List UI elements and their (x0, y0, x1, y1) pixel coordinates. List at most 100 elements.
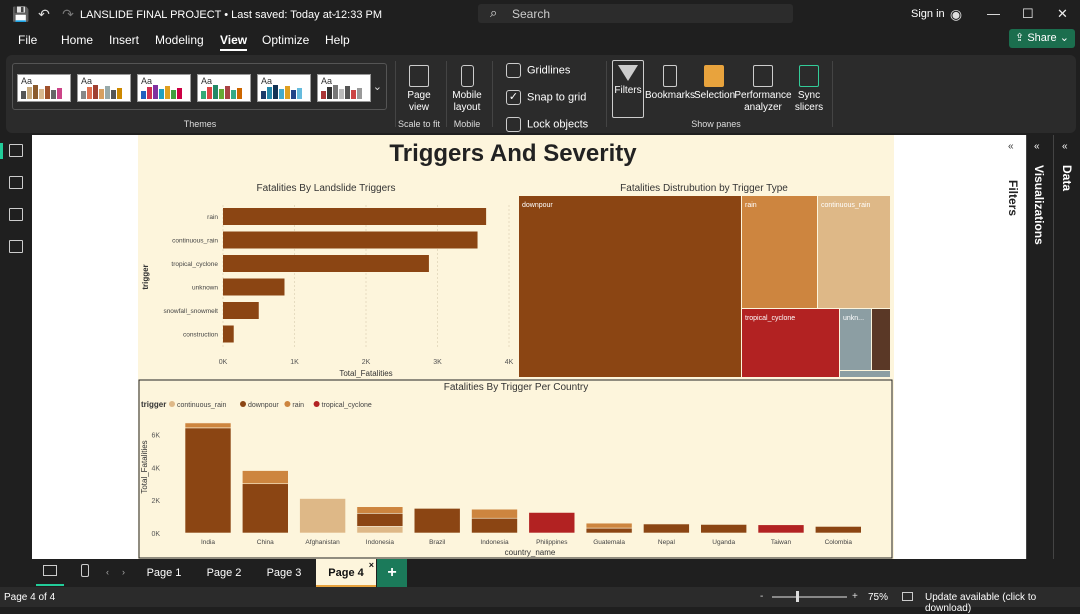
tab-page-1[interactable]: Page 1 (138, 559, 190, 587)
menu-optimize[interactable]: Optimize (262, 33, 309, 47)
chart3-bar-segment[interactable] (643, 523, 690, 534)
dax-query-view-icon[interactable] (9, 240, 23, 253)
selection-label: Selection (694, 90, 736, 101)
zoom-slider-thumb[interactable] (796, 591, 799, 602)
chart3-bar-segment[interactable] (585, 522, 633, 529)
tab-page-3[interactable]: Page 3 (258, 559, 310, 587)
share-button[interactable]: ⇪ Share ⌄ (1009, 29, 1075, 48)
treemap-tile-small[interactable] (840, 371, 890, 377)
scale-to-fit-label: Scale to fit (397, 119, 441, 129)
chart3-bar-segment[interactable] (814, 526, 862, 534)
chart3-bar-segment[interactable] (184, 427, 232, 534)
sign-in-link[interactable]: Sign in (911, 8, 945, 20)
mobile-group-label: Mobile (453, 119, 481, 129)
chart3-bar-segment[interactable] (356, 512, 404, 527)
desktop-layout-icon[interactable] (43, 565, 57, 576)
treemap-tile-rain[interactable] (742, 196, 817, 308)
bookmarks-pane-button[interactable]: Bookmarks (645, 65, 695, 102)
theme-swatch[interactable]: Aa (257, 74, 311, 102)
user-icon[interactable]: ◉ (948, 6, 964, 22)
chart3-bar-segment[interactable] (184, 422, 232, 429)
chart3-bar-segment[interactable] (528, 512, 576, 534)
themes-gallery[interactable]: Aa Aa Aa Aa Aa Aa ⌄ (12, 63, 387, 110)
chart3-bar-segment[interactable] (356, 506, 404, 514)
chart3-bar-segment[interactable] (356, 526, 404, 534)
chart3-bar-segment[interactable] (471, 508, 518, 519)
search-box[interactable]: ⌕ Search (478, 4, 793, 23)
chart3-bar-segment[interactable] (700, 524, 748, 534)
menu-modeling[interactable]: Modeling (155, 33, 204, 47)
menu-view[interactable]: View (220, 33, 248, 51)
filters-pane-button[interactable]: Filters (612, 60, 644, 118)
zoom-in-icon[interactable]: + (852, 591, 858, 602)
close-icon[interactable]: ✕ (1057, 6, 1068, 22)
trigger-type-treemap[interactable]: Fatalities Distrubution by Trigger Type … (519, 183, 890, 377)
visualizations-expand-icon[interactable]: « (1034, 141, 1040, 152)
lock-objects-checkbox[interactable]: Lock objects (506, 117, 588, 132)
performance-analyzer-button[interactable]: Performance analyzer (734, 65, 792, 114)
data-expand-icon[interactable]: « (1062, 141, 1068, 152)
chart1-bar[interactable] (223, 255, 429, 272)
tabs-next-icon[interactable]: › (122, 567, 125, 577)
mobile-layout-button[interactable]: Mobile layout (450, 65, 484, 114)
trigger-fatalities-bar-chart[interactable]: Fatalities By Landslide Triggers trigger… (141, 183, 514, 378)
theme-swatch[interactable]: Aa (197, 74, 251, 102)
chart3-bar-segment[interactable] (242, 483, 289, 534)
menu-help[interactable]: Help (325, 33, 350, 47)
treemap-tile-downpour[interactable] (519, 196, 741, 377)
table-view-icon[interactable] (9, 176, 23, 189)
visualizations-pane-label[interactable]: Visualizations (1032, 165, 1046, 245)
tabs-prev-icon[interactable]: ‹ (106, 567, 109, 577)
menu-file[interactable]: File (18, 33, 37, 47)
add-page-button[interactable]: + (377, 559, 407, 587)
data-pane-label[interactable]: Data (1060, 165, 1074, 191)
report-view-icon[interactable] (9, 144, 23, 157)
theme-swatch[interactable]: Aa (317, 74, 371, 102)
treemap-tile-other[interactable] (872, 309, 890, 370)
gridlines-checkbox[interactable]: Gridlines (506, 63, 570, 78)
expand-chevron-icon[interactable]: « (1008, 141, 1014, 152)
tab-page-4[interactable]: Page 4 × (316, 559, 376, 587)
filters-pane-collapsed[interactable]: « Filters (1002, 135, 1026, 559)
menu-insert[interactable]: Insert (109, 33, 139, 47)
update-available-link[interactable]: Update available (click to download) (925, 592, 1080, 614)
fit-to-page-icon[interactable] (902, 592, 913, 601)
menu-home[interactable]: Home (61, 33, 93, 47)
theme-swatch[interactable]: Aa (77, 74, 131, 102)
chart3-bar-segment[interactable] (585, 527, 633, 534)
theme-swatch[interactable]: Aa (17, 74, 71, 102)
chart3-bar-segment[interactable] (471, 517, 518, 534)
chart3-bar-segment[interactable] (242, 470, 289, 485)
tab-close-icon[interactable]: × (369, 551, 374, 579)
zoom-out-icon[interactable]: - (760, 591, 763, 602)
mobile-layout-icon[interactable] (81, 564, 89, 577)
chart1-bar[interactable] (223, 208, 487, 225)
chart1-bar[interactable] (223, 302, 259, 319)
zoom-slider[interactable] (772, 596, 847, 598)
page-view-button[interactable]: Page view (402, 65, 436, 114)
selection-pane-button[interactable]: Selection (694, 65, 736, 102)
maximize-icon[interactable]: ☐ (1022, 6, 1034, 22)
chart1-bar[interactable] (223, 325, 234, 343)
page-view-label: Page view (407, 90, 431, 113)
chart3-bar-segment[interactable] (413, 508, 461, 534)
undo-icon[interactable]: ↶ (36, 6, 52, 22)
themes-expand-icon[interactable]: ⌄ (373, 80, 382, 93)
save-icon[interactable]: 💾 (12, 6, 29, 22)
snap-to-grid-checkbox[interactable]: ✓ Snap to grid (506, 90, 586, 105)
chart1-bar[interactable] (223, 231, 478, 249)
model-view-icon[interactable] (9, 208, 23, 221)
trigger-per-country-stacked-chart[interactable]: Fatalities By Trigger Per Country trigge… (140, 382, 862, 557)
chart3-bar-segment[interactable] (757, 524, 805, 534)
sync-slicers-button[interactable]: Sync slicers (790, 65, 828, 114)
filters-pane-label[interactable]: Filters (1006, 180, 1020, 216)
chevron-down-icon[interactable]: ⌄ (326, 6, 342, 22)
redo-icon[interactable]: ↷ (60, 6, 76, 22)
chart3-bar-segment[interactable] (299, 498, 346, 534)
chart3-xtick: Philippines (536, 539, 568, 546)
chart1-bar[interactable] (223, 278, 285, 296)
treemap-tile-continuous-rain[interactable] (818, 196, 890, 308)
tab-page-2[interactable]: Page 2 (198, 559, 250, 587)
minimize-icon[interactable]: — (987, 6, 1000, 21)
theme-swatch[interactable]: Aa (137, 74, 191, 102)
